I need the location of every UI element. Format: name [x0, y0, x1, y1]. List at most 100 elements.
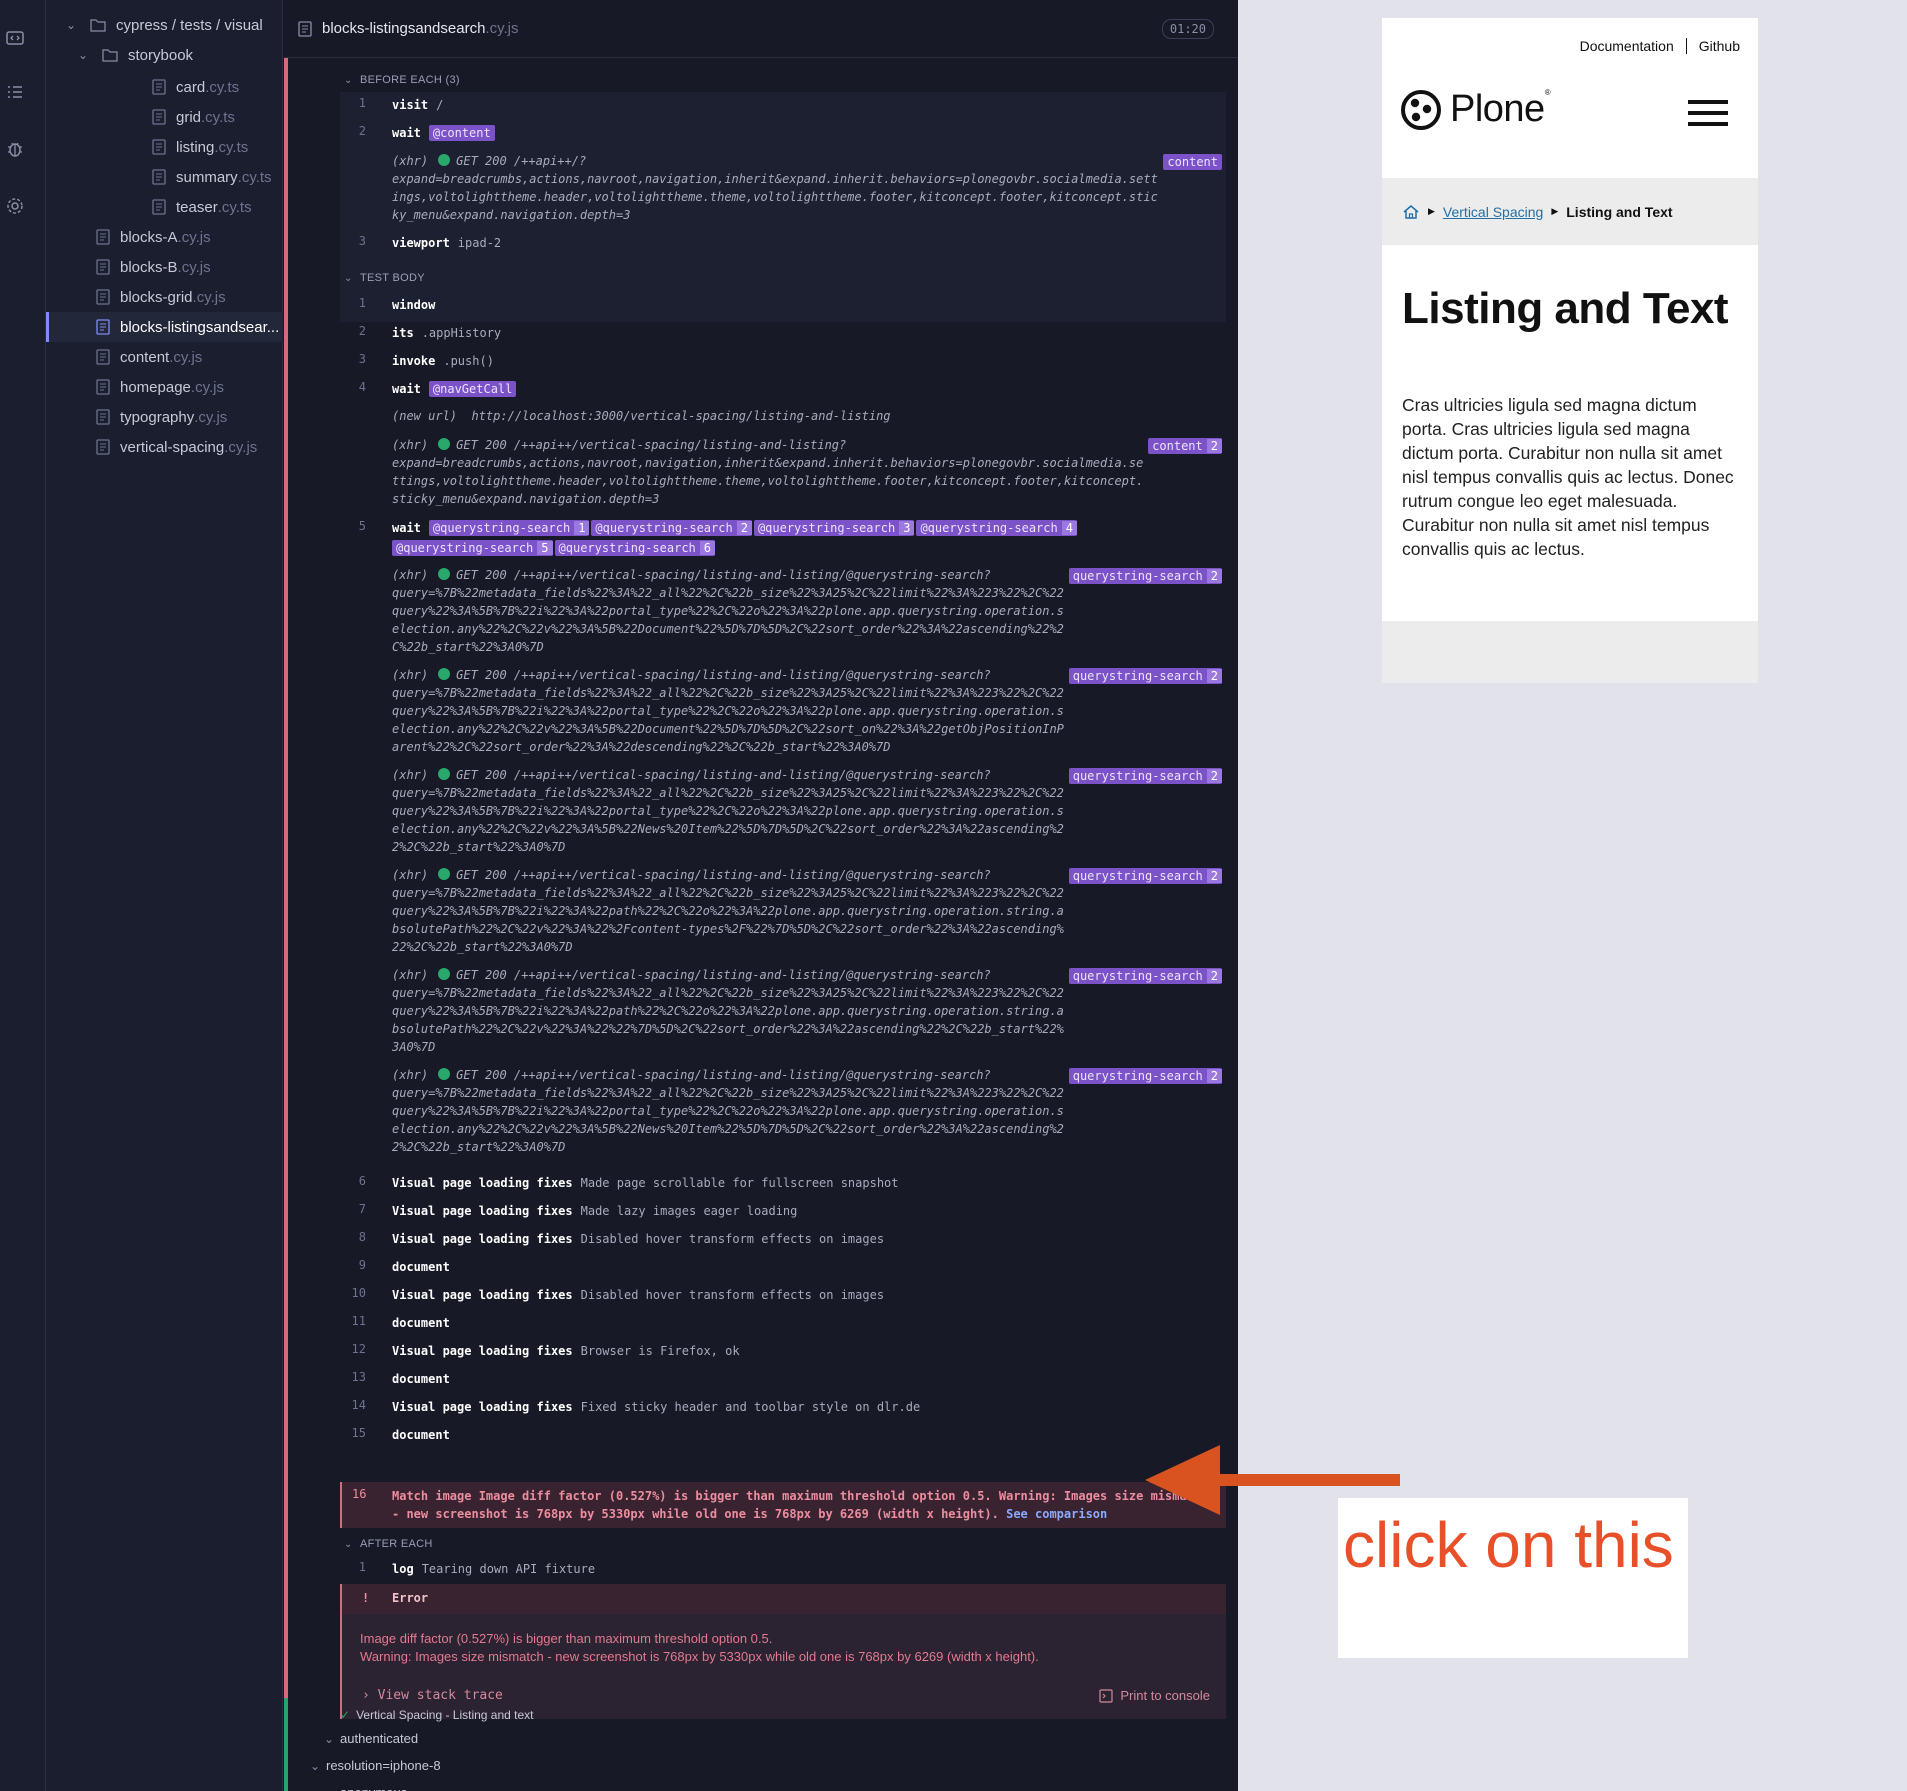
file-icon — [152, 169, 166, 185]
error-header — [342, 1584, 1226, 1614]
view-stack-trace-button[interactable]: › View stack trace — [362, 1688, 503, 1703]
settings-icon[interactable] — [5, 196, 25, 216]
spec-timer: 01:20 — [1161, 19, 1214, 39]
print-to-console-button[interactable]: Print to console — [1099, 1688, 1210, 1703]
tree-file[interactable]: vertical-spacing .cy.js — [96, 432, 257, 462]
plone-logo-icon — [1401, 89, 1441, 130]
passed-status-bar — [284, 1698, 288, 1791]
suite-row[interactable]: ⌄ authenticated — [324, 1731, 418, 1746]
folder-icon — [102, 49, 118, 62]
app-under-test: Documentation Github Plone® ▶ Vertical S… — [1382, 18, 1758, 683]
after-each-header[interactable]: ⌄ AFTER EACH — [344, 1533, 433, 1555]
spec-header: blocks-listingsandsearch .cy.js 01:20 — [284, 0, 1238, 58]
see-comparison-link[interactable]: See comparison — [1006, 1507, 1107, 1521]
file-icon — [152, 79, 166, 95]
tree-file[interactable]: listing .cy.ts — [152, 132, 248, 162]
xhr-row[interactable]: (xhr) GET 200 /++api++/vertical-spacing/l… — [344, 766, 1228, 858]
breadcrumb-link[interactable]: Vertical Spacing — [1443, 204, 1543, 220]
logo-wordmark: Plone® — [1450, 88, 1551, 130]
specs-icon[interactable] — [5, 28, 25, 48]
command-row[interactable]: 5 wait @querystring-search 1 @querystring-se… — [344, 519, 1228, 559]
xhr-row[interactable]: (xhr) GET 200 /++api++/vertical-spacing/l… — [344, 436, 1228, 508]
passed-test-row[interactable]: ✓ Vertical Spacing - Listing and text — [340, 1708, 534, 1722]
tree-file[interactable]: blocks-grid .cy.js — [96, 282, 226, 312]
tree-file-selected[interactable]: blocks-listingsandsear... — [46, 312, 283, 342]
alias-tag: querystring-search 2 — [1068, 868, 1222, 884]
caret-right-icon: ▶ — [1428, 206, 1435, 216]
suite-row[interactable]: ⌄anonymous — [324, 1785, 407, 1791]
caret-right-icon: ▶ — [1551, 206, 1559, 216]
xhr-row[interactable]: (xhr) GET 200 /++api++/vertical-spacing/l… — [344, 1066, 1228, 1158]
xhr-row[interactable]: (xhr) GET 200 /++api++/vertical-spacing/l… — [344, 866, 1228, 958]
file-icon — [96, 319, 110, 335]
alias-badge: @querystring-search 6 — [554, 540, 716, 556]
breadcrumb-current: Listing and Text — [1566, 203, 1673, 220]
runs-icon[interactable] — [5, 82, 25, 102]
tree-file[interactable]: typography .cy.js — [96, 402, 227, 432]
file-icon — [96, 229, 110, 245]
xhr-row[interactable]: (xhr) GET 200 /++api++/vertical-spacing/l… — [344, 566, 1228, 658]
suite-row[interactable]: ⌄ resolution=iphone-8 — [310, 1758, 441, 1773]
error-message: Image diff factor (0.527%) is bigger tha… — [360, 1631, 1039, 1664]
status-success-dot — [438, 568, 451, 580]
test-body-header[interactable]: ⌄ TEST BODY — [344, 267, 425, 289]
xhr-row[interactable]: (xhr) GET 200 /++api++/vertical-spacing/l… — [344, 666, 1228, 758]
chevron-down-icon: ⌄ — [324, 1786, 334, 1791]
status-success-dot — [438, 1068, 451, 1080]
alias-badge: @querystring-search 3 — [753, 520, 915, 536]
file-icon — [298, 20, 312, 37]
spec-file-tree: ⌄ cypress / tests / visual ⌄ storybook c… — [46, 0, 283, 1791]
github-link[interactable]: Github — [1699, 38, 1740, 54]
file-icon — [96, 409, 110, 425]
page-body-text: Cras ultricies ligula sed magna dictum p… — [1402, 395, 1734, 559]
chevron-down-icon: ⌄ — [344, 272, 353, 284]
tree-file[interactable]: card .cy.ts — [152, 72, 239, 102]
status-success-dot — [438, 668, 451, 680]
alias-tag: content 2 — [1148, 438, 1222, 454]
alias-badge: @querystring-search 4 — [916, 520, 1077, 536]
tree-file[interactable]: blocks-A .cy.js — [96, 222, 211, 252]
file-icon — [152, 199, 166, 215]
tree-folder-root[interactable]: ⌄ cypress / tests / visual — [66, 10, 263, 40]
status-success-dot — [438, 868, 451, 880]
debug-icon[interactable] — [5, 139, 25, 159]
file-icon — [96, 289, 110, 305]
divider — [1685, 38, 1687, 54]
error-panel: ! Error Image diff factor (0.527%) is bi… — [340, 1584, 1226, 1719]
file-icon — [152, 109, 166, 125]
chevron-down-icon: ⌄ — [66, 18, 77, 32]
terminal-icon — [1099, 1688, 1113, 1703]
home-icon[interactable] — [1402, 203, 1420, 221]
tree-file[interactable]: grid .cy.ts — [152, 102, 235, 132]
before-each-header[interactable]: ⌄ BEFORE EACH (3) — [344, 69, 460, 91]
failed-command-row[interactable]: 16 Match image Image diff factor (0.527%… — [340, 1482, 1226, 1528]
failed-status-bar — [284, 58, 288, 1698]
tree-file[interactable]: summary .cy.ts — [152, 162, 272, 192]
site-footer — [1382, 621, 1758, 683]
alias-tag: querystring-search 2 — [1068, 668, 1222, 684]
tree-file[interactable]: teaser .cy.ts — [152, 192, 252, 222]
plone-logo[interactable]: Plone® — [1400, 88, 1551, 131]
error-title: Error — [392, 1591, 429, 1605]
tree-folder-storybook[interactable]: ⌄ storybook — [78, 40, 193, 70]
alias-badge: @querystring-search 2 — [591, 520, 752, 536]
alias-badge: @navGetCall — [428, 381, 517, 397]
spec-name: blocks-listingsandsearch — [322, 20, 486, 37]
tree-folder-label: cypress / tests / visual — [116, 16, 263, 34]
breadcrumb: ▶ Vertical Spacing ▶ Listing and Text — [1382, 178, 1758, 245]
file-icon — [96, 259, 110, 275]
tree-file[interactable]: content .cy.js — [96, 342, 202, 372]
hamburger-menu-icon[interactable] — [1688, 100, 1728, 126]
chevron-down-icon: ⌄ — [344, 74, 353, 86]
xhr-row[interactable]: (xhr) GET 200 /++api++/? expand=breadcrumb… — [344, 152, 1228, 224]
file-icon — [96, 349, 110, 365]
documentation-link[interactable]: Documentation — [1580, 38, 1674, 54]
page-title: Listing and Text — [1402, 284, 1729, 333]
tree-file[interactable]: homepage .cy.js — [96, 372, 224, 402]
xhr-row[interactable]: (xhr) GET 200 /++api++/vertical-spacing/l… — [344, 966, 1228, 1058]
annotation-text: click on this — [1343, 1509, 1674, 1581]
site-header: Documentation Github Plone® — [1382, 18, 1758, 178]
error-icon: ! — [362, 1591, 370, 1605]
file-icon — [96, 439, 110, 455]
tree-file[interactable]: blocks-B .cy.js — [96, 252, 211, 282]
